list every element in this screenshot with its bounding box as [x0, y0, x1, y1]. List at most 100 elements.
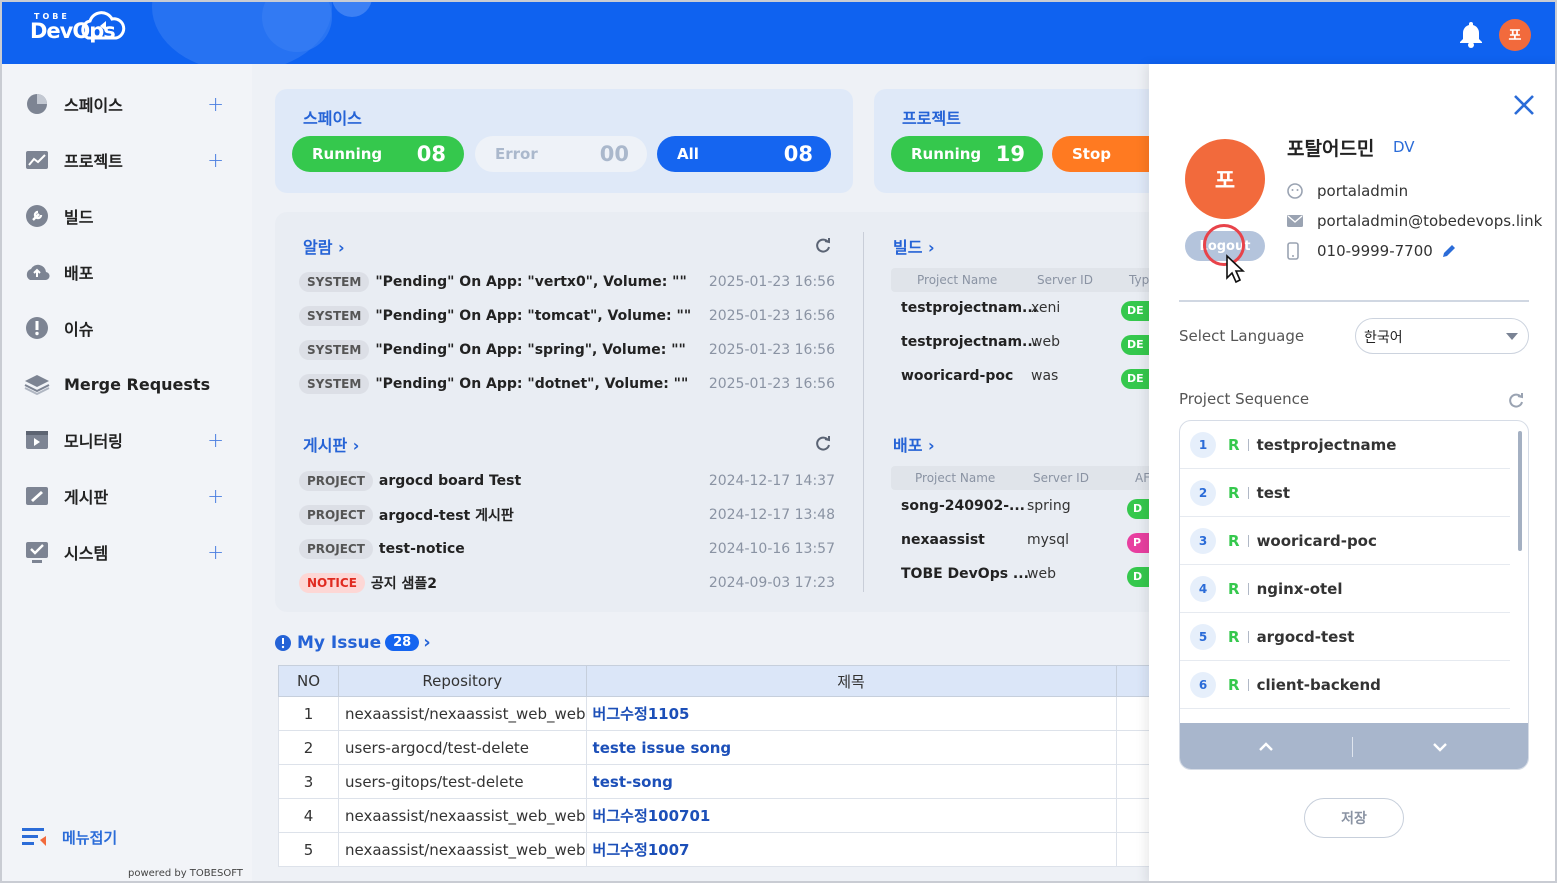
issue-alert-icon: [275, 634, 291, 651]
add-board-button[interactable]: +: [207, 484, 224, 508]
alert-icon: [24, 315, 50, 341]
issue-count-badge: 28: [385, 634, 420, 651]
sidebar-item-space[interactable]: 스페이스 +: [24, 86, 234, 122]
alarm-row[interactable]: SYSTEM "Pending" On App: "spring", Volume…: [299, 338, 835, 362]
sidebar-item-system[interactable]: 시스템 +: [24, 534, 234, 570]
pie-chart-icon: [24, 91, 50, 117]
edit-pencil-icon[interactable]: [1441, 243, 1457, 259]
sequence-item[interactable]: 6 Rclient-backend: [1180, 661, 1510, 709]
profile-username: portaladmin: [1287, 182, 1408, 200]
bell-icon[interactable]: [1458, 20, 1484, 48]
alarm-row[interactable]: SYSTEM "Pending" On App: "vertx0", Volume…: [299, 270, 835, 294]
board-refresh-icon[interactable]: [814, 434, 832, 452]
profile-name: 포탈어드민: [1287, 138, 1375, 160]
sequence-item[interactable]: 1 Rtestprojectname: [1180, 421, 1510, 469]
board-row[interactable]: NOTICE 공지 샘플2 2024-09-03 17:23: [299, 571, 835, 595]
add-project-button[interactable]: +: [207, 148, 224, 172]
menu-collapse-icon: [22, 828, 46, 846]
profile-avatar: 포: [1185, 139, 1265, 219]
profile-email: portaladmin@tobedevops.link: [1287, 212, 1542, 230]
add-monitoring-button[interactable]: +: [207, 428, 224, 452]
phone-icon: [1287, 242, 1305, 260]
sidebar-item-monitoring[interactable]: 모니터링 +: [24, 422, 234, 458]
user-face-icon: [1287, 183, 1305, 199]
board-title[interactable]: 게시판 ›: [303, 432, 359, 456]
table-row[interactable]: 4 nexaassist/nexaassist_web_web 버그수정100701: [278, 798, 1179, 833]
sequence-label: Project Sequence: [1179, 390, 1310, 408]
chevron-down-icon: [1506, 333, 1518, 340]
move-down-button[interactable]: [1430, 737, 1450, 757]
sequence-item[interactable]: 5 Rargocd-test: [1180, 613, 1510, 661]
my-issue-header[interactable]: My Issue 28 ›: [275, 632, 431, 653]
sequence-scrollbar[interactable]: [1518, 431, 1522, 551]
sequence-item[interactable]: 4 Rnginx-otel: [1180, 565, 1510, 613]
chevron-right-icon: ›: [352, 436, 360, 455]
mouse-cursor-icon: [1226, 254, 1246, 284]
board-row[interactable]: PROJECT test-notice 2024-10-16 13:57: [299, 537, 835, 561]
deploy-table-header: Project Name Server ID AF: [891, 466, 1191, 490]
alarm-row[interactable]: SYSTEM "Pending" On App: "dotnet", Volume…: [299, 372, 835, 396]
layers-icon: [24, 371, 50, 397]
my-issue-table: NO Repository 제목 1 nexaassist/nexaassist_…: [278, 665, 1179, 867]
profile-phone: 010-9999-7700: [1287, 242, 1457, 260]
wrench-icon: [24, 203, 50, 229]
language-label: Select Language: [1179, 327, 1305, 345]
sidebar: 스페이스 + 프로젝트 + 빌드 배포 이슈 Merge Requests 모니…: [2, 64, 252, 881]
add-space-button[interactable]: +: [207, 92, 224, 116]
cloud-logo-icon: [81, 11, 126, 40]
board-row[interactable]: PROJECT argocd-test 게시판 2024-12-17 13:48: [299, 503, 835, 527]
devops-logo[interactable]: TOBE DevOps: [30, 11, 126, 42]
language-select[interactable]: 한국어: [1355, 318, 1529, 354]
sequence-item[interactable]: 3 Rwooricard-poc: [1180, 517, 1510, 565]
chevron-right-icon: ›: [928, 436, 935, 455]
build-title[interactable]: 빌드 ›: [893, 234, 935, 258]
col-no: NO: [278, 665, 339, 697]
sidebar-item-board[interactable]: 게시판 +: [24, 478, 234, 514]
chevron-right-icon: ›: [338, 238, 345, 257]
table-row[interactable]: 3 users-gitops/test-delete test-song: [278, 764, 1179, 799]
project-sequence-list: 1 Rtestprojectname 2 Rtest 3 Rwooricard-poc…: [1179, 420, 1529, 770]
sidebar-item-build[interactable]: 빌드: [24, 198, 234, 234]
board-row[interactable]: PROJECT argocd board Test 2024-12-17 14:37: [299, 469, 835, 493]
powered-by: powered by TOBESOFT: [128, 868, 243, 879]
top-header: TOBE DevOps 포: [2, 2, 1555, 64]
sidebar-item-deploy[interactable]: 배포: [24, 254, 234, 290]
chart-icon: [24, 147, 50, 173]
project-summary-card: 프로젝트 Running 19 Stop: [874, 89, 1192, 193]
alarm-row[interactable]: SYSTEM "Pending" On App: "tomcat", Volume…: [299, 304, 835, 328]
deploy-title[interactable]: 배포 ›: [893, 432, 935, 456]
alarm-title[interactable]: 알람 ›: [303, 234, 345, 258]
table-row[interactable]: 1 nexaassist/nexaassist_web_web 버그수정1105: [278, 696, 1179, 731]
mail-icon: [1287, 215, 1305, 227]
col-repository: Repository: [338, 665, 587, 697]
project-card-title: 프로젝트: [902, 109, 961, 128]
space-running-pill[interactable]: Running 08: [292, 136, 464, 172]
monitor-icon: [24, 427, 50, 453]
board-icon: [24, 483, 50, 509]
space-error-pill[interactable]: Error 00: [475, 136, 647, 172]
cloud-upload-icon: [24, 259, 50, 285]
sidebar-item-project[interactable]: 프로젝트 +: [24, 142, 234, 178]
sequence-refresh-icon[interactable]: [1507, 391, 1525, 409]
project-running-pill[interactable]: Running 19: [891, 136, 1043, 172]
profile-role: DV: [1393, 138, 1415, 156]
space-summary-card: 스페이스 Running 08 Error 00 All 08: [275, 89, 853, 193]
add-system-button[interactable]: +: [207, 540, 224, 564]
save-button[interactable]: 저장: [1304, 798, 1404, 838]
move-up-button[interactable]: [1256, 737, 1276, 757]
table-row[interactable]: 5 nexaassist/nexaassist_web_web 버그수정1007: [278, 832, 1179, 867]
sidebar-item-issue[interactable]: 이슈: [24, 310, 234, 346]
table-row[interactable]: 2 users-argocd/test-delete teste issue son…: [278, 730, 1179, 765]
system-icon: [24, 539, 50, 565]
close-icon[interactable]: [1511, 92, 1537, 118]
profile-drawer: 포 Logout 포탈어드민 DV portaladmin portaladmi…: [1149, 64, 1555, 881]
sequence-item[interactable]: 2 Rtest: [1180, 469, 1510, 517]
panel-divider: [863, 232, 864, 592]
chevron-right-icon: ›: [928, 238, 935, 257]
collapse-menu-button[interactable]: 메뉴접기: [22, 826, 117, 848]
user-avatar[interactable]: 포: [1499, 19, 1531, 51]
sidebar-item-merge-requests[interactable]: Merge Requests: [24, 366, 234, 402]
profile-divider: [1179, 300, 1529, 302]
space-all-pill[interactable]: All 08: [657, 136, 831, 172]
alarm-refresh-icon[interactable]: [814, 236, 832, 254]
